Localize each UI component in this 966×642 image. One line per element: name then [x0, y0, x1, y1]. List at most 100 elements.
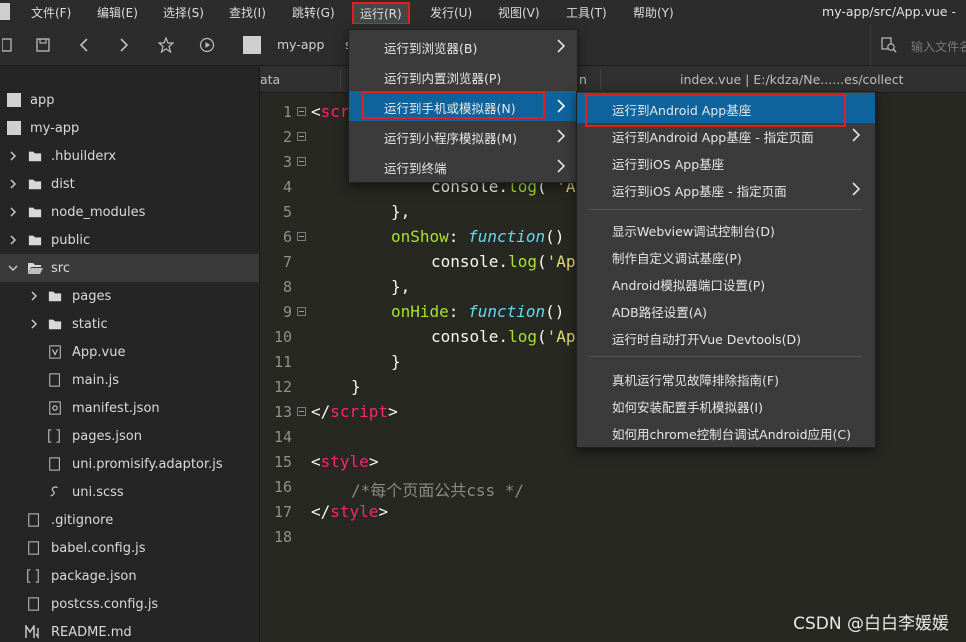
- folder-icon: [28, 151, 42, 162]
- menu-item-troubleshoot-guide[interactable]: 真机运行常见故障排除指南(F): [577, 364, 875, 391]
- tree-item-app[interactable]: app: [0, 86, 259, 114]
- chevron-right-icon[interactable]: [8, 207, 18, 217]
- fold-toggle-icon[interactable]: [297, 307, 306, 316]
- code-token: log: [508, 252, 537, 271]
- menu-item-label: 运行到Android App基座: [612, 103, 752, 118]
- device-submenu-dropdown: 运行到Android App基座 运行到Android App基座 - 指定页面…: [576, 91, 876, 448]
- tree-item-pages-json[interactable]: pages.json: [0, 422, 259, 450]
- menu-item-emulator-install[interactable]: 如何安装配置手机模拟器(I): [577, 391, 875, 418]
- tree-item-public[interactable]: public: [0, 226, 259, 254]
- code-token: <: [311, 452, 321, 471]
- forward-icon[interactable]: [113, 24, 135, 66]
- tab-index-vue[interactable]: index.vue | E:/kdza/Ne......es/collect: [680, 66, 904, 93]
- chevron-right-icon[interactable]: [29, 319, 39, 329]
- menu-item-android-base-page[interactable]: 运行到Android App基座 - 指定页面: [577, 121, 875, 148]
- code-token: }: [391, 352, 401, 371]
- breadcrumb-project[interactable]: my-app: [277, 37, 324, 52]
- fold-toggle-icon[interactable]: [297, 232, 306, 241]
- tree-item-app-vue[interactable]: App.vue: [0, 338, 259, 366]
- menu-item-vue-devtools[interactable]: 运行时自动打开Vue Devtools(D): [577, 323, 875, 350]
- menu-find[interactable]: 查找(I): [229, 4, 266, 21]
- code-token: </: [311, 402, 331, 421]
- tab-data[interactable]: ata: [260, 66, 280, 93]
- chevron-right-icon[interactable]: [8, 179, 18, 189]
- watermark: CSDN @白白李媛媛: [793, 614, 949, 634]
- new-file-icon[interactable]: [0, 24, 14, 66]
- tree-item-babel-config[interactable]: babel.config.js: [0, 534, 259, 562]
- menu-item-run-terminal[interactable]: 运行到终端: [349, 151, 577, 181]
- chevron-right-icon[interactable]: [8, 151, 18, 161]
- code-token: (: [536, 252, 547, 271]
- star-icon[interactable]: [155, 24, 177, 66]
- tree-item-static[interactable]: static: [0, 310, 259, 338]
- tree-item-src[interactable]: src: [0, 254, 259, 282]
- menu-item-label: 运行到浏览器(B): [384, 41, 478, 56]
- fold-toggle-icon[interactable]: [297, 407, 306, 416]
- code-token: (): [545, 302, 565, 321]
- menu-separator: [589, 209, 862, 210]
- project-explorer: app my-app .hbuilderx dist node_modules …: [0, 66, 260, 642]
- tab-partial[interactable]: n: [579, 66, 587, 93]
- tree-item-gitignore[interactable]: .gitignore: [0, 506, 259, 534]
- chevron-down-icon[interactable]: [8, 263, 18, 273]
- tree-item-my-app[interactable]: my-app: [0, 114, 259, 142]
- menu-file[interactable]: 文件(F): [31, 4, 71, 21]
- menu-item-run-browser[interactable]: 运行到浏览器(B): [349, 31, 577, 61]
- line-number: 1: [282, 103, 292, 121]
- code-token: 'Ap: [546, 327, 576, 346]
- code-token: 'Ap: [546, 252, 576, 271]
- tree-item-uni-scss[interactable]: uni.scss: [0, 478, 259, 506]
- menu-item-emulator-port[interactable]: Android模拟器端口设置(P): [577, 269, 875, 296]
- back-icon[interactable]: [73, 24, 95, 66]
- menu-item-chrome-debug[interactable]: 如何用chrome控制台调试Android应用(C): [577, 418, 875, 445]
- line-number: 12: [273, 378, 292, 396]
- menu-item-run-miniprogram[interactable]: 运行到小程序模拟器(M): [349, 121, 577, 151]
- tree-item-dist[interactable]: dist: [0, 170, 259, 198]
- tree-item-node-modules[interactable]: node_modules: [0, 198, 259, 226]
- menu-item-ios-base[interactable]: 运行到iOS App基座: [577, 148, 875, 175]
- menu-goto[interactable]: 跳转(G): [292, 4, 335, 21]
- code-line: 18: [260, 525, 966, 550]
- tree-item-hbuilderx[interactable]: .hbuilderx: [0, 142, 259, 170]
- run-icon[interactable]: [196, 24, 218, 66]
- tree-item-label: App.vue: [72, 344, 126, 360]
- code-line: 16 /*每个页面公共css */: [260, 475, 966, 500]
- menu-select[interactable]: 选择(S): [163, 4, 204, 21]
- fold-toggle-icon[interactable]: [297, 107, 306, 116]
- line-number: 16: [273, 478, 292, 496]
- tree-item-label: manifest.json: [72, 400, 160, 416]
- tree-item-main-js[interactable]: main.js: [0, 366, 259, 394]
- code-token: (): [545, 227, 565, 246]
- tree-item-uni-promisify[interactable]: uni.promisify.adaptor.js: [0, 450, 259, 478]
- menu-item-android-base[interactable]: 运行到Android App基座: [577, 93, 875, 123]
- chevron-right-icon[interactable]: [8, 235, 18, 245]
- save-icon[interactable]: [32, 24, 54, 66]
- menu-item-label: 运行到iOS App基座: [612, 157, 725, 172]
- project-icon: [7, 121, 21, 135]
- tree-item-pages[interactable]: pages: [0, 282, 259, 310]
- menu-item-run-device[interactable]: 运行到手机或模拟器(N): [349, 91, 577, 121]
- tree-item-package-json[interactable]: package.json: [0, 562, 259, 590]
- fold-toggle-icon[interactable]: [297, 157, 306, 166]
- search-input[interactable]: 输入文件名: [911, 38, 966, 55]
- chevron-right-icon[interactable]: [29, 291, 39, 301]
- menu-item-ios-base-page[interactable]: 运行到iOS App基座 - 指定页面: [577, 175, 875, 202]
- line-number: 6: [282, 228, 292, 246]
- tree-item-postcss-config[interactable]: postcss.config.js: [0, 590, 259, 618]
- tree-item-manifest-json[interactable]: manifest.json: [0, 394, 259, 422]
- menu-publish[interactable]: 发行(U): [430, 4, 472, 21]
- menu-view[interactable]: 视图(V): [498, 4, 540, 21]
- file-search-box[interactable]: 输入文件名: [870, 24, 966, 66]
- code-token: function: [468, 302, 546, 321]
- menu-edit[interactable]: 编辑(E): [97, 4, 138, 21]
- menu-run[interactable]: 运行(R): [352, 2, 410, 25]
- menu-help[interactable]: 帮助(Y): [633, 4, 674, 21]
- menu-item-adb-path[interactable]: ADB路径设置(A): [577, 296, 875, 323]
- fold-toggle-icon[interactable]: [297, 132, 306, 141]
- menu-item-run-builtin-browser[interactable]: 运行到内置浏览器(P): [349, 61, 577, 91]
- menu-tools[interactable]: 工具(T): [566, 4, 607, 21]
- tree-item-readme[interactable]: README.md: [0, 618, 259, 642]
- code-token: >: [388, 402, 398, 421]
- menu-item-webview-console[interactable]: 显示Webview调试控制台(D): [577, 215, 875, 242]
- menu-item-custom-base[interactable]: 制作自定义调试基座(P): [577, 242, 875, 269]
